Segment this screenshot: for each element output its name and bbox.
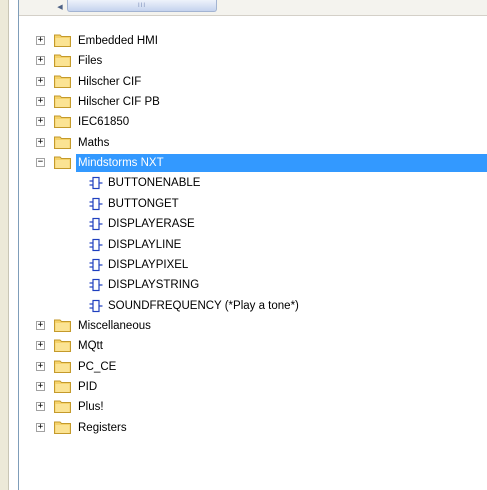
function-block-icon: [89, 176, 103, 190]
expand-toggle-icon[interactable]: +: [36, 56, 45, 65]
folder-icon: [54, 54, 71, 67]
tree-folder-label[interactable]: PID: [78, 380, 97, 394]
tree-block-label[interactable]: DISPLAYLINE: [108, 238, 181, 252]
tree-folder-label[interactable]: Hilscher CIF: [78, 75, 141, 89]
scroll-thumb[interactable]: III: [67, 0, 217, 12]
folder-icon: [54, 360, 71, 373]
tree-block-displayerase[interactable]: DISPLAYERASE: [0, 214, 487, 234]
tree-block-label[interactable]: DISPLAYPIXEL: [108, 258, 188, 272]
scroll-left-arrow-icon[interactable]: ◀: [54, 0, 66, 13]
folder-icon: [54, 136, 71, 149]
tree-block-displayline[interactable]: DISPLAYLINE: [0, 235, 487, 255]
scroll-grip-icon: III: [137, 2, 146, 9]
tree-folder-maths[interactable]: + Maths: [0, 133, 487, 153]
tree-folder-mqtt[interactable]: + MQtt: [0, 336, 487, 356]
tree-folder-plus[interactable]: + Plus!: [0, 397, 487, 417]
tree-block-label[interactable]: DISPLAYERASE: [108, 217, 195, 231]
tree-folder-label[interactable]: PC_CE: [78, 360, 116, 374]
folder-icon: [54, 319, 71, 332]
folder-icon: [54, 400, 71, 413]
function-block-icon: [89, 217, 103, 231]
folder-icon: [54, 115, 71, 128]
folder-icon: [54, 95, 71, 108]
tree-folder-label[interactable]: Plus!: [78, 400, 104, 414]
expand-toggle-icon[interactable]: +: [36, 402, 45, 411]
tree-folder-label[interactable]: Embedded HMI: [78, 34, 158, 48]
tree-folder-label[interactable]: IEC61850: [78, 115, 129, 129]
tree-block-displaypixel[interactable]: DISPLAYPIXEL: [0, 255, 487, 275]
expand-toggle-icon[interactable]: +: [36, 97, 45, 106]
expand-toggle-icon[interactable]: +: [36, 36, 45, 45]
tree-folder-label[interactable]: Maths: [78, 136, 109, 150]
tree-folder-hilscher-cif[interactable]: + Hilscher CIF: [0, 72, 487, 92]
expand-toggle-icon[interactable]: +: [36, 321, 45, 330]
expand-toggle-icon[interactable]: +: [36, 77, 45, 86]
tree-block-label[interactable]: SOUNDFREQUENCY (*Play a tone*): [108, 299, 299, 313]
expand-toggle-icon[interactable]: +: [36, 138, 45, 147]
tree-folder-label[interactable]: Mindstorms NXT: [78, 156, 164, 170]
tree-folder-label[interactable]: Registers: [78, 421, 127, 435]
tree-folder-iec61850[interactable]: + IEC61850: [0, 112, 487, 132]
tree-block-label[interactable]: BUTTONENABLE: [108, 176, 200, 190]
function-block-icon: [89, 258, 103, 272]
tree-block-displaystring[interactable]: DISPLAYSTRING: [0, 275, 487, 295]
tree-folder-hilscher-cif-pb[interactable]: + Hilscher CIF PB: [0, 92, 487, 112]
tree-folder-registers[interactable]: + Registers: [0, 418, 487, 438]
expand-toggle-icon[interactable]: +: [36, 423, 45, 432]
tree-block-buttonget[interactable]: BUTTONGET: [0, 194, 487, 214]
tree-folder-pc-ce[interactable]: + PC_CE: [0, 357, 487, 377]
tree-block-label[interactable]: BUTTONGET: [108, 197, 179, 211]
function-block-icon: [89, 278, 103, 292]
folder-icon: [54, 380, 71, 393]
folder-icon: [54, 156, 71, 169]
function-block-icon: [89, 238, 103, 252]
folder-icon: [54, 339, 71, 352]
expand-toggle-icon[interactable]: +: [36, 341, 45, 350]
tree-folder-label[interactable]: Hilscher CIF PB: [78, 95, 160, 109]
tree-folder-files[interactable]: + Files: [0, 51, 487, 71]
folder-icon: [54, 34, 71, 47]
tree-folder-mindstorms-nxt[interactable]: − Mindstorms NXT: [0, 153, 487, 173]
tree-folder-embedded-hmi[interactable]: + Embedded HMI: [0, 31, 487, 51]
tree-folder-label[interactable]: Miscellaneous: [78, 319, 151, 333]
expand-toggle-icon[interactable]: +: [36, 362, 45, 371]
expand-toggle-icon[interactable]: +: [36, 117, 45, 126]
collapse-toggle-icon[interactable]: −: [36, 158, 45, 167]
tree-folder-pid[interactable]: + PID: [0, 377, 487, 397]
tree-block-label[interactable]: DISPLAYSTRING: [108, 278, 199, 292]
tree-block-soundfrequency-play-a-tone[interactable]: SOUNDFREQUENCY (*Play a tone*): [0, 296, 487, 316]
horizontal-scrollbar[interactable]: ◀ III: [19, 0, 487, 16]
function-block-icon: [89, 197, 103, 211]
tree-block-buttonenable[interactable]: BUTTONENABLE: [0, 173, 487, 193]
folder-icon: [54, 75, 71, 88]
tree-folder-label[interactable]: MQtt: [78, 339, 103, 353]
folder-icon: [54, 421, 71, 434]
tree-folder-label[interactable]: Files: [78, 54, 102, 68]
tree-folder-miscellaneous[interactable]: + Miscellaneous: [0, 316, 487, 336]
expand-toggle-icon[interactable]: +: [36, 382, 45, 391]
function-block-icon: [89, 299, 103, 313]
